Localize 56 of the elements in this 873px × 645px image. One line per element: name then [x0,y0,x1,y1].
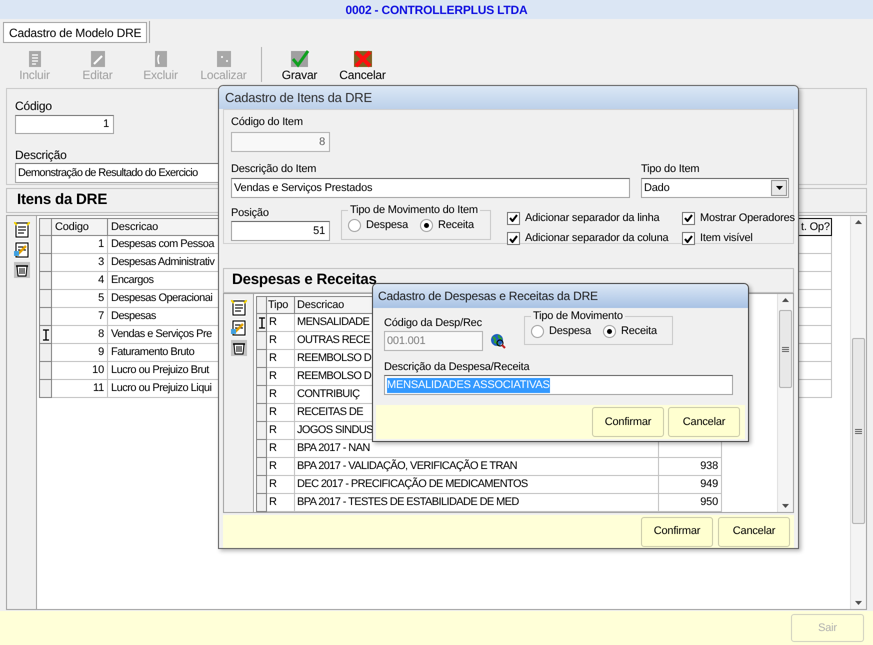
code-field[interactable]: 8 [231,132,330,152]
field-label: Posição [231,206,270,220]
table-cell: 938 [659,458,722,476]
table-cell: R [267,458,295,476]
table-cell: 4 [52,272,108,290]
table-cell: R [267,476,295,494]
field-label: Descrição [15,148,68,162]
window-title: 0002 - CONTROLLERPLUS LTDA [346,2,528,18]
confirm-button[interactable]: Confirmar [641,516,713,547]
table-cell: BPA 2017 - VALIDAÇÃO, VERIFICAÇÃO E TRAN [295,458,659,476]
cancel-button[interactable]: Cancelar [718,516,790,547]
table-cell: R [267,386,295,404]
table-cell: 7 [52,308,108,326]
group-label: Tipo de Movimento do Item [349,204,479,217]
code-field[interactable]: 1 [15,115,114,134]
section-title: Despesas e Receitas [232,270,377,290]
table-cell: 8 [52,326,108,344]
table-cell: R [267,494,295,512]
table-cell: 10 [52,362,108,380]
code-field[interactable]: 001.001 [384,331,483,351]
confirm-button[interactable]: Confirmar [592,407,664,437]
dialog-title: Cadastro de Itens da DRE [225,88,372,107]
column-header[interactable]: Tipo [267,296,295,314]
table-cell: R [267,404,295,422]
field-label: Código [15,99,53,113]
table-cell: R [267,314,295,332]
radio-button[interactable]: Receita [420,216,474,234]
section-title: Itens da DRE [17,190,108,210]
table-cell: R [267,350,295,368]
table-cell: 950 [659,494,722,512]
field-label: Tipo do Item [641,162,700,176]
dropdown[interactable]: Dado [641,178,789,198]
table-cell: 5 [52,290,108,308]
table-cell: R [267,440,295,458]
table-cell: R [267,422,295,440]
table-cell: BPA 2017 - TESTES DE ESTABILIDADE DE MED [295,494,659,512]
radio-button[interactable]: Despesa [348,216,408,234]
dialog-title: Cadastro de Despesas e Receitas da DRE [378,288,598,305]
table-cell: 11 [52,380,108,398]
column-header[interactable]: Codigo [52,218,108,236]
table-cell: R [267,368,295,386]
table-cell: 9 [52,344,108,362]
position-field[interactable]: 51 [231,220,330,241]
table-cell: DEC 2017 - PRECIFICAÇÃO DE MEDICAMENTOS [295,476,659,494]
description-field[interactable]: Vendas e Serviços Prestados [231,178,630,198]
checkbox[interactable]: Adicionar separador da linha [507,210,682,226]
checkbox[interactable]: Mostrar Operadores [682,210,795,226]
table-cell: 3 [52,254,108,272]
tab[interactable]: Cadastro de Modelo DRE [3,22,148,43]
table-cell: 1 [52,236,108,254]
column-header[interactable]: t. Op? [796,218,832,236]
table-cell: R [267,332,295,350]
field-label: Código do Item [231,114,304,129]
field-label: Descrição do Item [231,162,318,176]
cancel-button[interactable]: Cancelar [668,407,740,437]
table-cell: 949 [659,476,722,494]
